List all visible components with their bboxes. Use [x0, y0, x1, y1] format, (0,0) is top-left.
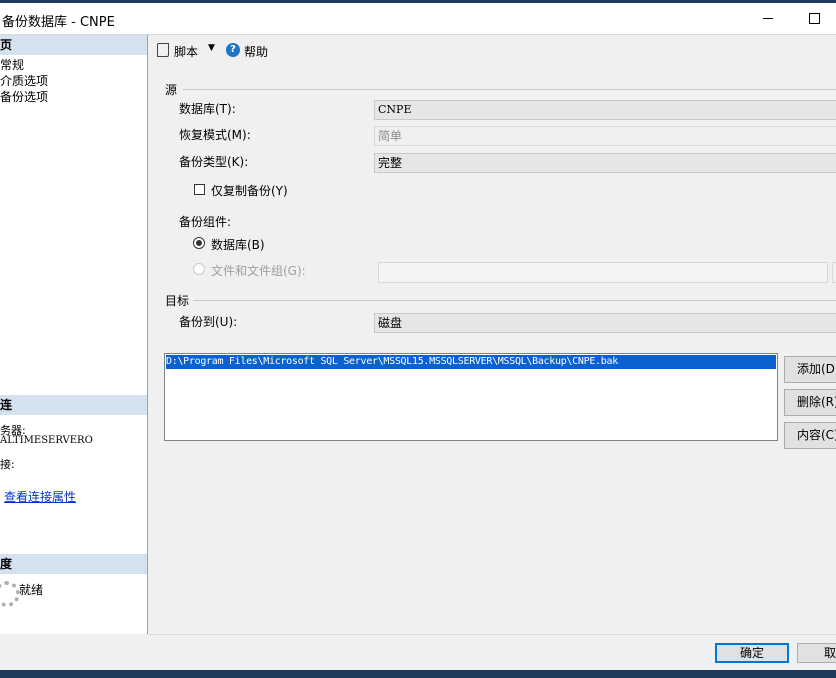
- destination-list-item[interactable]: D:\Program Files\Microsoft SQL Server\MS…: [166, 355, 776, 369]
- help-button[interactable]: 帮助: [244, 43, 268, 60]
- title-bar[interactable]: 备份数据库 - CNPE: [0, 3, 836, 35]
- database-label: 数据库(T):: [179, 102, 236, 116]
- connection-label: 接:: [0, 458, 15, 471]
- source-section-title: 源: [165, 83, 178, 97]
- nav-item-general[interactable]: 常规: [0, 56, 24, 73]
- nav-item-backup-options[interactable]: 备份选项: [0, 88, 48, 105]
- destination-section-title: 目标: [165, 294, 190, 308]
- backup-to-combo[interactable]: 磁盘: [374, 313, 836, 333]
- view-connection-properties-link[interactable]: 查看连接属性: [4, 488, 76, 505]
- script-button[interactable]: 脚本: [174, 43, 198, 60]
- cancel-button[interactable]: 取: [797, 643, 836, 663]
- nav-item-media-options[interactable]: 介质选项: [0, 72, 48, 89]
- database-combo[interactable]: CNPE: [374, 100, 836, 120]
- minimize-button[interactable]: [745, 3, 791, 34]
- copy-only-checkbox[interactable]: [194, 184, 205, 195]
- progress-status: 就绪: [19, 583, 44, 597]
- progress-spinner-icon: [0, 581, 20, 607]
- contents-button[interactable]: 内容(C): [784, 422, 836, 449]
- server-value: ALTIMESERVERO: [0, 435, 93, 446]
- remove-button[interactable]: 删除(R): [784, 389, 836, 416]
- filegroups-browse-button: [832, 262, 836, 283]
- connection-header: 连: [0, 395, 147, 415]
- component-database-label[interactable]: 数据库(B): [211, 236, 265, 253]
- ok-button[interactable]: 确定: [715, 643, 789, 663]
- backup-to-label: 备份到(U):: [179, 315, 238, 329]
- backup-type-combo[interactable]: 完整: [374, 153, 836, 173]
- left-pane: 页 常规 介质选项 备份选项 连 务器: ALTIMESERVERO 接: 查看…: [0, 35, 148, 634]
- progress-header: 度: [0, 554, 147, 574]
- source-divider: [183, 89, 836, 90]
- destination-list[interactable]: D:\Program Files\Microsoft SQL Server\MS…: [164, 353, 778, 441]
- script-icon[interactable]: [157, 43, 169, 57]
- help-icon[interactable]: ?: [226, 43, 240, 57]
- component-files-radio: [193, 263, 205, 275]
- backup-type-label: 备份类型(K):: [179, 155, 249, 169]
- script-dropdown-icon[interactable]: ▼: [208, 43, 215, 53]
- bottom-separator: [148, 634, 836, 635]
- window-bottom-border: [0, 670, 836, 678]
- destination-divider: [193, 300, 836, 301]
- copy-only-label[interactable]: 仅复制备份(Y): [211, 182, 288, 199]
- filegroups-field: [378, 262, 828, 283]
- window-title: 备份数据库 - CNPE: [2, 15, 115, 30]
- select-page-header: 页: [0, 35, 147, 55]
- component-database-radio[interactable]: [193, 237, 205, 249]
- recovery-model-label: 恢复模式(M):: [179, 128, 251, 142]
- add-button[interactable]: 添加(D): [784, 356, 836, 383]
- component-files-label: 文件和文件组(G):: [211, 264, 306, 278]
- maximize-button[interactable]: [791, 3, 836, 34]
- backup-component-label: 备份组件:: [179, 215, 232, 229]
- recovery-model-field: 简单: [374, 126, 836, 146]
